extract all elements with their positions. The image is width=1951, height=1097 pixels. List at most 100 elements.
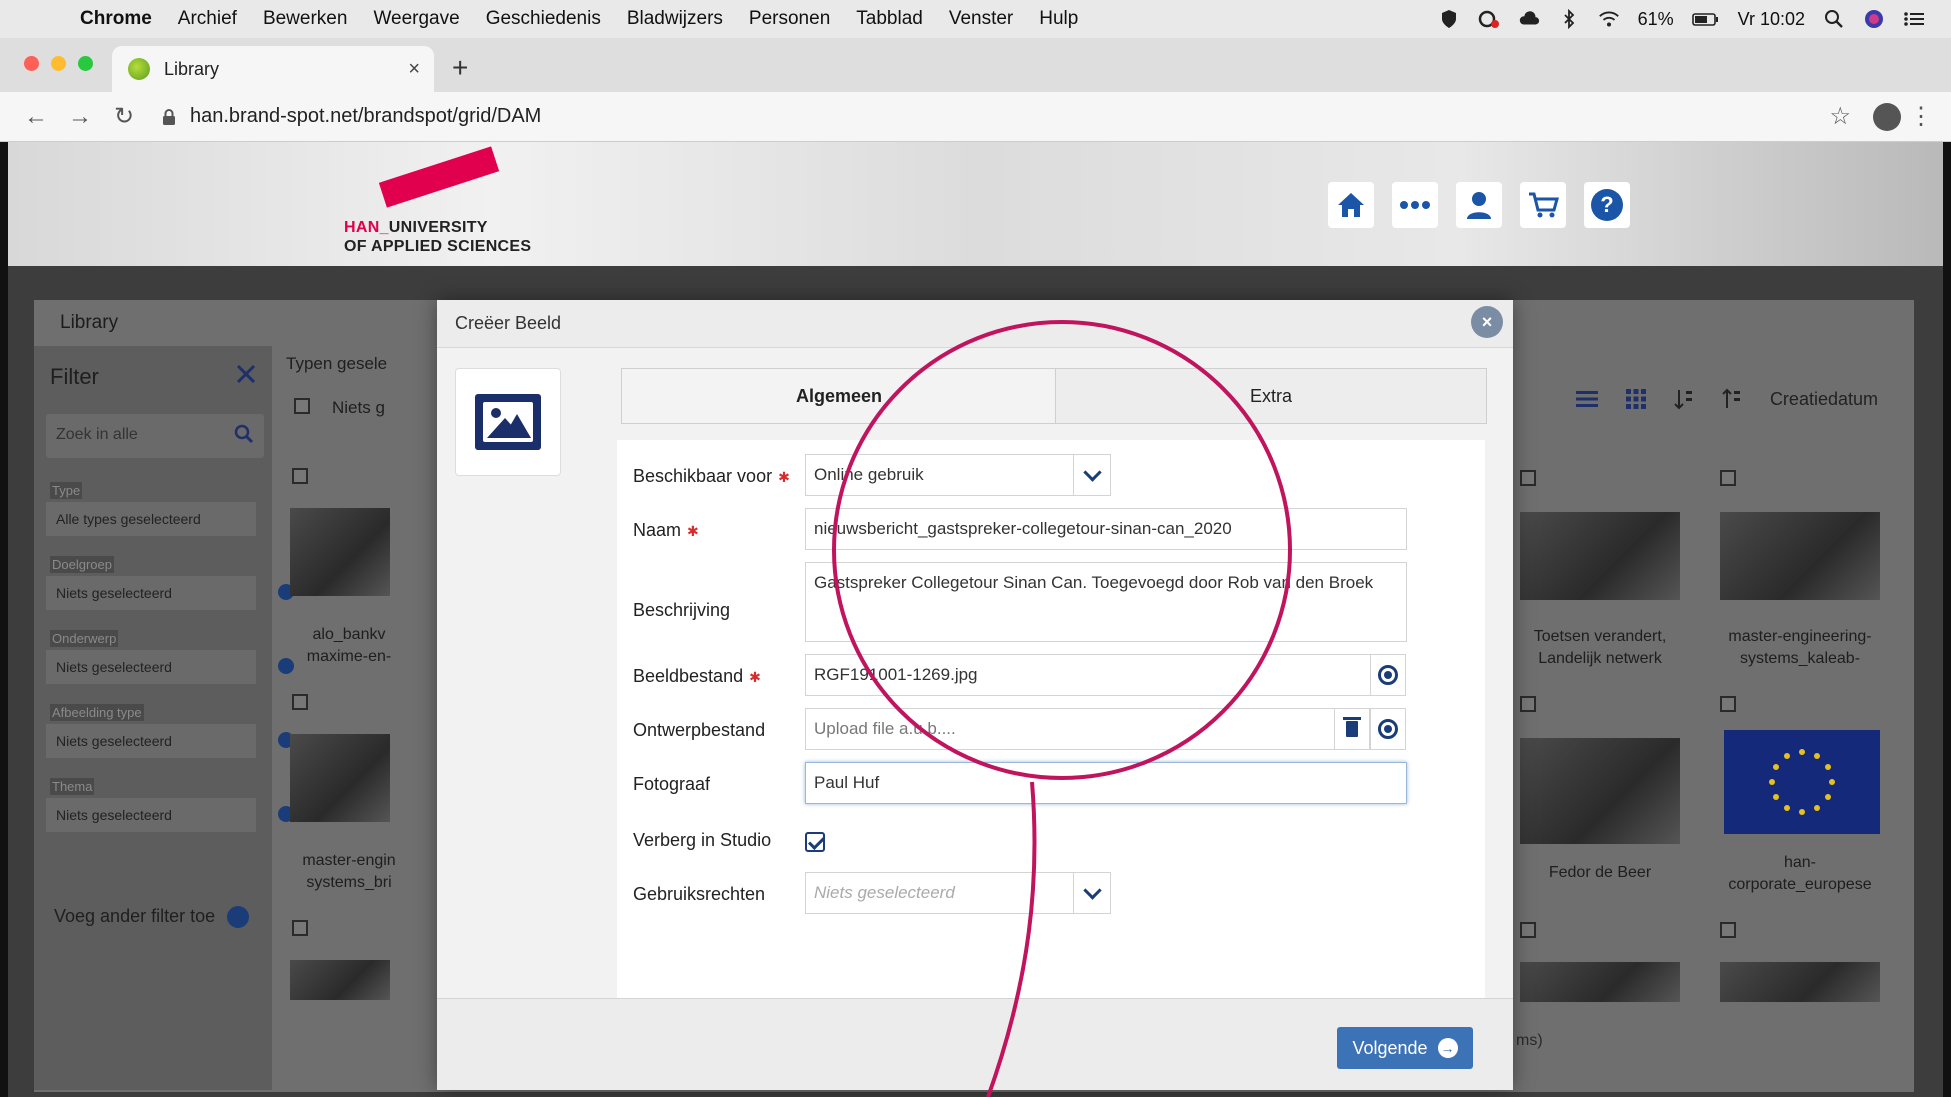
search-icon[interactable] bbox=[234, 424, 254, 444]
asset-thumbnail[interactable] bbox=[1720, 962, 1880, 1002]
asset-checkbox[interactable] bbox=[1720, 470, 1736, 486]
asset-checkbox[interactable] bbox=[1520, 922, 1536, 938]
bookmark-star-icon[interactable]: ☆ bbox=[1829, 102, 1851, 131]
creative-cloud-icon[interactable] bbox=[1478, 9, 1500, 29]
delete-design-file-button[interactable] bbox=[1334, 708, 1370, 750]
shield-icon[interactable] bbox=[1438, 9, 1460, 29]
chevron-down-icon[interactable] bbox=[1073, 873, 1110, 913]
next-button[interactable]: Volgende → bbox=[1337, 1027, 1473, 1069]
asset-checkbox[interactable] bbox=[292, 468, 308, 484]
asset-thumbnail[interactable] bbox=[1520, 738, 1680, 844]
han-logo-bar bbox=[378, 146, 500, 208]
asset-checkbox[interactable] bbox=[292, 920, 308, 936]
asset-thumbnail[interactable] bbox=[290, 960, 390, 1000]
battery-icon[interactable] bbox=[1691, 9, 1720, 29]
asset-thumbnail[interactable] bbox=[290, 508, 390, 596]
sort-field-select[interactable]: Creatiedatum bbox=[1770, 389, 1878, 410]
filter-group-select[interactable]: Niets geselecteerd bbox=[46, 650, 256, 684]
asset-checkbox[interactable] bbox=[1720, 922, 1736, 938]
tab-algemeen[interactable]: Algemeen bbox=[621, 368, 1057, 424]
asset-thumbnail[interactable] bbox=[290, 734, 390, 822]
asset-thumbnail[interactable] bbox=[1520, 962, 1680, 1002]
more-icon[interactable] bbox=[1392, 182, 1438, 228]
minimize-window-button[interactable] bbox=[51, 56, 66, 71]
asset-checkbox[interactable] bbox=[1520, 696, 1536, 712]
name-input[interactable]: nieuwsbericht_gastspreker-collegetour-si… bbox=[805, 508, 1407, 550]
bluetooth-icon[interactable] bbox=[1558, 9, 1580, 29]
photographer-input[interactable]: Paul Huf bbox=[805, 762, 1407, 804]
forward-icon[interactable]: → bbox=[58, 103, 102, 131]
menu-hulp[interactable]: Hulp bbox=[1039, 8, 1078, 30]
create-image-dialog: Creëer Beeld × Algemeen Extra Beschikbaa… bbox=[437, 300, 1513, 1090]
user-icon[interactable] bbox=[1456, 182, 1502, 228]
library-title: Library bbox=[60, 312, 119, 333]
spotlight-search-icon[interactable] bbox=[1823, 9, 1845, 29]
help-icon[interactable]: ? bbox=[1584, 182, 1630, 228]
list-view-icon[interactable] bbox=[1575, 390, 1598, 408]
sort-descending-icon[interactable] bbox=[1722, 388, 1742, 410]
close-tab-icon[interactable]: × bbox=[408, 58, 420, 81]
reload-icon[interactable]: ↻ bbox=[102, 102, 146, 131]
filter-group-select[interactable]: Alle types geselecteerd bbox=[46, 502, 256, 536]
filter-group-select[interactable]: Niets geselecteerd bbox=[46, 724, 256, 758]
menubar-clock[interactable]: Vr 10:02 bbox=[1738, 9, 1805, 30]
chrome-menu-icon[interactable]: ⋮ bbox=[1909, 102, 1933, 131]
tab-extra[interactable]: Extra bbox=[1055, 368, 1487, 424]
menu-app-name[interactable]: Chrome bbox=[80, 8, 152, 30]
sort-ascending-icon[interactable] bbox=[1674, 388, 1694, 410]
menu-geschiedenis[interactable]: Geschiedenis bbox=[486, 8, 601, 30]
asset-thumbnail[interactable] bbox=[1720, 512, 1880, 600]
menu-archief[interactable]: Archief bbox=[178, 8, 237, 30]
usage-rights-select[interactable]: Niets geselecteerd bbox=[805, 872, 1111, 914]
asset-thumbnail[interactable] bbox=[1520, 512, 1680, 600]
back-icon[interactable]: ← bbox=[14, 103, 58, 131]
tab-extra-label: Extra bbox=[1249, 385, 1292, 406]
home-icon[interactable] bbox=[1328, 182, 1374, 228]
dialog-close-button[interactable]: × bbox=[1471, 306, 1503, 338]
menu-weergave[interactable]: Weergave bbox=[373, 8, 459, 30]
image-file-input[interactable]: RGF191001-1269.jpg bbox=[805, 654, 1371, 696]
filter-search-input[interactable]: Zoek in alle bbox=[46, 414, 264, 458]
address-bar[interactable]: han.brand-spot.net/brandspot/grid/DAM bbox=[162, 105, 541, 128]
menu-bladwijzers[interactable]: Bladwijzers bbox=[627, 8, 723, 30]
profile-avatar-icon[interactable] bbox=[1873, 102, 1901, 131]
siri-icon[interactable] bbox=[1863, 9, 1885, 29]
menu-tabblad[interactable]: Tabblad bbox=[856, 8, 923, 30]
eu-stars-icon bbox=[1769, 749, 1835, 815]
select-all-checkbox[interactable] bbox=[294, 398, 310, 414]
design-file-input[interactable]: Upload file a.u.b.... bbox=[805, 708, 1335, 750]
image-form: Beschikbaar voor ✱ Online gebruik Naam ✱ n… bbox=[617, 440, 1485, 1000]
clear-filter-icon[interactable] bbox=[234, 362, 258, 386]
tab-algemeen-label: Algemeen bbox=[795, 385, 883, 406]
trash-icon bbox=[1343, 717, 1361, 737]
url-text[interactable]: han.brand-spot.net/brandspot/grid/DAM bbox=[190, 105, 541, 128]
asset-checkbox[interactable] bbox=[1720, 696, 1736, 712]
hide-in-studio-checkbox[interactable] bbox=[805, 832, 825, 852]
menu-venster[interactable]: Venster bbox=[949, 8, 1013, 30]
description-textarea[interactable]: Gastspreker Collegetour Sinan Can. Toege… bbox=[805, 562, 1407, 642]
asset-checkbox[interactable] bbox=[292, 694, 308, 710]
available-for-text: Beschikbaar voor bbox=[633, 466, 773, 486]
filter-group-select[interactable]: Niets geselecteerd bbox=[46, 798, 256, 832]
add-filter-button[interactable]: Voeg ander filter toe bbox=[54, 906, 250, 929]
wifi-icon[interactable] bbox=[1598, 9, 1620, 29]
grid-view-icon[interactable] bbox=[1625, 389, 1646, 409]
cart-icon[interactable] bbox=[1520, 182, 1566, 228]
select-design-file-button[interactable] bbox=[1370, 708, 1406, 750]
select-image-file-button[interactable] bbox=[1370, 654, 1406, 696]
maximize-window-button[interactable] bbox=[78, 56, 93, 71]
chevron-down-icon[interactable] bbox=[1073, 455, 1110, 495]
asset-checkbox[interactable] bbox=[1520, 470, 1536, 486]
dialog-header: Creëer Beeld × bbox=[437, 300, 1513, 348]
filter-group-select[interactable]: Niets geselecteerd bbox=[46, 576, 256, 610]
notification-center-icon[interactable] bbox=[1903, 9, 1925, 29]
browser-tab-library[interactable]: Library × bbox=[112, 46, 434, 92]
eu-flag-thumbnail[interactable] bbox=[1724, 730, 1880, 834]
new-tab-button[interactable]: + bbox=[452, 52, 468, 84]
available-for-select[interactable]: Online gebruik bbox=[805, 454, 1111, 496]
close-window-button[interactable] bbox=[24, 56, 39, 71]
han-logo[interactable]: HAN_UNIVERSITY OF APPLIED SCIENCES bbox=[344, 218, 531, 256]
menu-bewerken[interactable]: Bewerken bbox=[263, 8, 348, 30]
menu-personen[interactable]: Personen bbox=[749, 8, 830, 30]
cloud-icon[interactable] bbox=[1518, 9, 1540, 29]
